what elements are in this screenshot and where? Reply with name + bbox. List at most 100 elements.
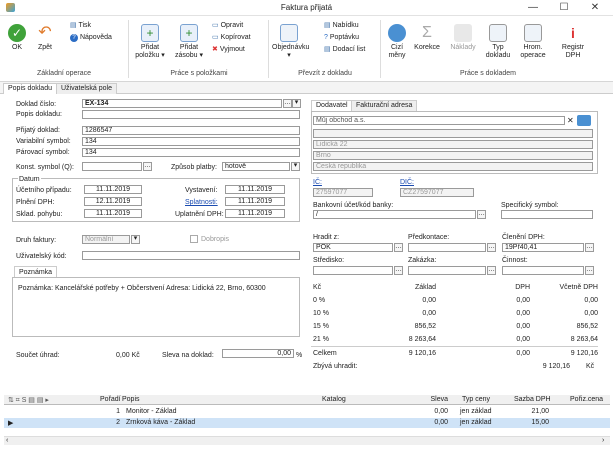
ok-button[interactable]: ✓ OK <box>5 24 29 52</box>
stock-date-label: Sklad. pohybu: <box>16 211 63 218</box>
ps-input[interactable]: 134 <box>82 148 300 157</box>
foreign-currency-button[interactable]: Cizí měny <box>383 24 411 60</box>
issued-input[interactable]: 11.11.2019 <box>225 185 285 194</box>
kind-select[interactable]: Normální <box>82 235 130 244</box>
due-input[interactable]: 11.11.2019 <box>225 197 285 206</box>
contract-input[interactable] <box>408 266 486 275</box>
horizontal-scrollbar[interactable]: ‹ › <box>4 436 610 445</box>
table-row[interactable]: 1 Monitor - Základ 0,00 jen základ 21,00 <box>4 407 610 417</box>
payment-select[interactable]: hotově <box>222 162 290 171</box>
precont-picker[interactable]: … <box>487 243 496 252</box>
order-button[interactable]: Objednávku ▾ <box>272 24 309 60</box>
edit-button[interactable]: ▭ Opravit <box>212 21 243 31</box>
precont-input[interactable] <box>408 243 486 252</box>
col-price-type[interactable]: Typ ceny <box>462 396 490 403</box>
col-cost-price[interactable]: Pořiz.cena <box>570 396 603 403</box>
delivery-button[interactable]: ▤ Dodací list <box>324 45 365 55</box>
checkmark-icon: ✓ <box>8 24 26 42</box>
order-icon <box>280 24 298 42</box>
minimize-button[interactable]: — <box>520 1 546 15</box>
centre-picker[interactable]: … <box>394 266 403 275</box>
tab-billing-address[interactable]: Fakturační adresa <box>351 100 418 111</box>
supplier-line2 <box>313 129 593 138</box>
vat-total: 8 263,64 <box>570 336 598 343</box>
col-discount[interactable]: Sleva <box>416 396 448 403</box>
correction-button[interactable]: Σ Korekce <box>412 24 442 52</box>
vat-date-input[interactable]: 12.11.2019 <box>84 197 142 206</box>
to-pay-label: Zbývá uhradit: <box>313 363 358 370</box>
dic-label[interactable]: DIČ: <box>400 178 414 187</box>
query-button[interactable]: ? Poptávku <box>324 33 359 43</box>
col-vat-rate[interactable]: Sazba DPH <box>514 396 551 403</box>
ks-picker[interactable]: … <box>143 162 152 171</box>
costs-button[interactable]: Náklady <box>448 24 478 52</box>
grid-tool-icons[interactable]: ⇅ ⌗ S ▤ ▤ ▸ <box>8 396 49 405</box>
add-stock-button[interactable]: + Přidat zásobu ▾ <box>172 24 206 60</box>
scroll-left-icon[interactable]: ‹ <box>6 437 8 444</box>
clear-icon[interactable]: ✕ <box>567 116 575 125</box>
stock-date-input[interactable]: 11.11.2019 <box>84 209 142 218</box>
offer-button[interactable]: ▤ Nabídku <box>324 21 359 31</box>
vat-total-label: Celkem <box>313 350 337 357</box>
received-input[interactable]: 1286547 <box>82 126 300 135</box>
vat-total: 0,00 <box>584 310 598 317</box>
pay-from-picker[interactable]: … <box>394 243 403 252</box>
bank-input[interactable]: / <box>313 210 476 219</box>
bulk-ops-button[interactable]: Hrom. operace <box>518 24 548 60</box>
col-order[interactable]: Pořadí <box>100 396 121 403</box>
back-button[interactable]: ↶ Zpět <box>33 24 57 52</box>
tab-user-fields[interactable]: Uživatelská pole <box>56 83 117 94</box>
supplier-name-input[interactable]: Můj obchod a.s. <box>313 116 565 125</box>
credit-note-checkbox[interactable] <box>190 235 198 243</box>
costs-icon <box>454 24 472 42</box>
close-button[interactable]: ✕ <box>582 1 608 15</box>
tab-supplier[interactable]: Dodavatel <box>311 100 353 111</box>
activity-picker[interactable]: … <box>585 266 594 275</box>
doc-type-button[interactable]: Typ dokladu <box>484 24 512 60</box>
table-row[interactable]: ▶ 2 Zrnková káva - Základ 0,00 jen zákla… <box>4 418 610 428</box>
vat-split-picker[interactable]: … <box>585 243 594 252</box>
query-icon: ? <box>324 34 328 41</box>
centre-input[interactable] <box>313 266 393 275</box>
acc-date-input[interactable]: 11.11.2019 <box>84 185 142 194</box>
spec-input[interactable] <box>501 210 593 219</box>
tab-doc-description[interactable]: Popis dokladu <box>3 83 57 94</box>
add-item-button[interactable]: + Přidat položku ▾ <box>132 24 168 60</box>
add-item-icon: + <box>141 24 159 42</box>
ks-input[interactable] <box>82 162 142 171</box>
contract-label: Zakázka: <box>408 257 437 264</box>
maximize-button[interactable]: ☐ <box>551 1 577 15</box>
ico-label[interactable]: IČ: <box>313 178 322 187</box>
due-label[interactable]: Splatnosti: <box>185 198 218 207</box>
desc-input[interactable] <box>82 110 300 119</box>
help-button[interactable]: ? Nápověda <box>70 33 112 43</box>
discount-input[interactable]: 0,00 <box>222 349 294 358</box>
bank-picker[interactable]: … <box>477 210 486 219</box>
pay-from-label: Hradit z: <box>313 234 340 241</box>
print-button[interactable]: ▤ Tisk <box>70 21 91 31</box>
group-doc: Práce s dokladem <box>459 70 517 77</box>
vat-register-button[interactable]: i Registr DPH <box>556 24 590 60</box>
claim-input[interactable]: 11.11.2019 <box>225 209 285 218</box>
vat-rate: 0 % <box>313 297 326 304</box>
vat-split-input[interactable]: 19Př40,41 <box>502 243 584 252</box>
vs-input[interactable]: 134 <box>82 137 300 146</box>
pay-from-input[interactable]: POK <box>313 243 393 252</box>
copy-button[interactable]: ▭ Kopírovat <box>212 33 251 43</box>
cut-button[interactable]: ✖ Vyjmout <box>212 45 245 55</box>
doc-no-dropdown[interactable]: ▾ <box>292 99 301 108</box>
doc-no-input[interactable]: EX-134 <box>82 99 282 108</box>
payment-dropdown[interactable]: ▾ <box>291 162 300 171</box>
discount-label: Sleva na doklad: <box>162 352 214 359</box>
col-catalog[interactable]: Katalog <box>322 396 346 403</box>
user-code-input[interactable] <box>82 251 300 260</box>
col-desc[interactable]: Popis <box>122 396 140 403</box>
kind-dropdown[interactable]: ▾ <box>131 235 140 244</box>
doc-no-picker[interactable]: … <box>283 99 292 108</box>
activity-input[interactable] <box>502 266 584 275</box>
activity-label: Činnost: <box>502 257 528 264</box>
scroll-right-icon[interactable]: › <box>602 437 604 444</box>
address-book-icon[interactable] <box>577 115 591 126</box>
acc-date-label: Účetního případu: <box>16 187 72 194</box>
contract-picker[interactable]: … <box>487 266 496 275</box>
